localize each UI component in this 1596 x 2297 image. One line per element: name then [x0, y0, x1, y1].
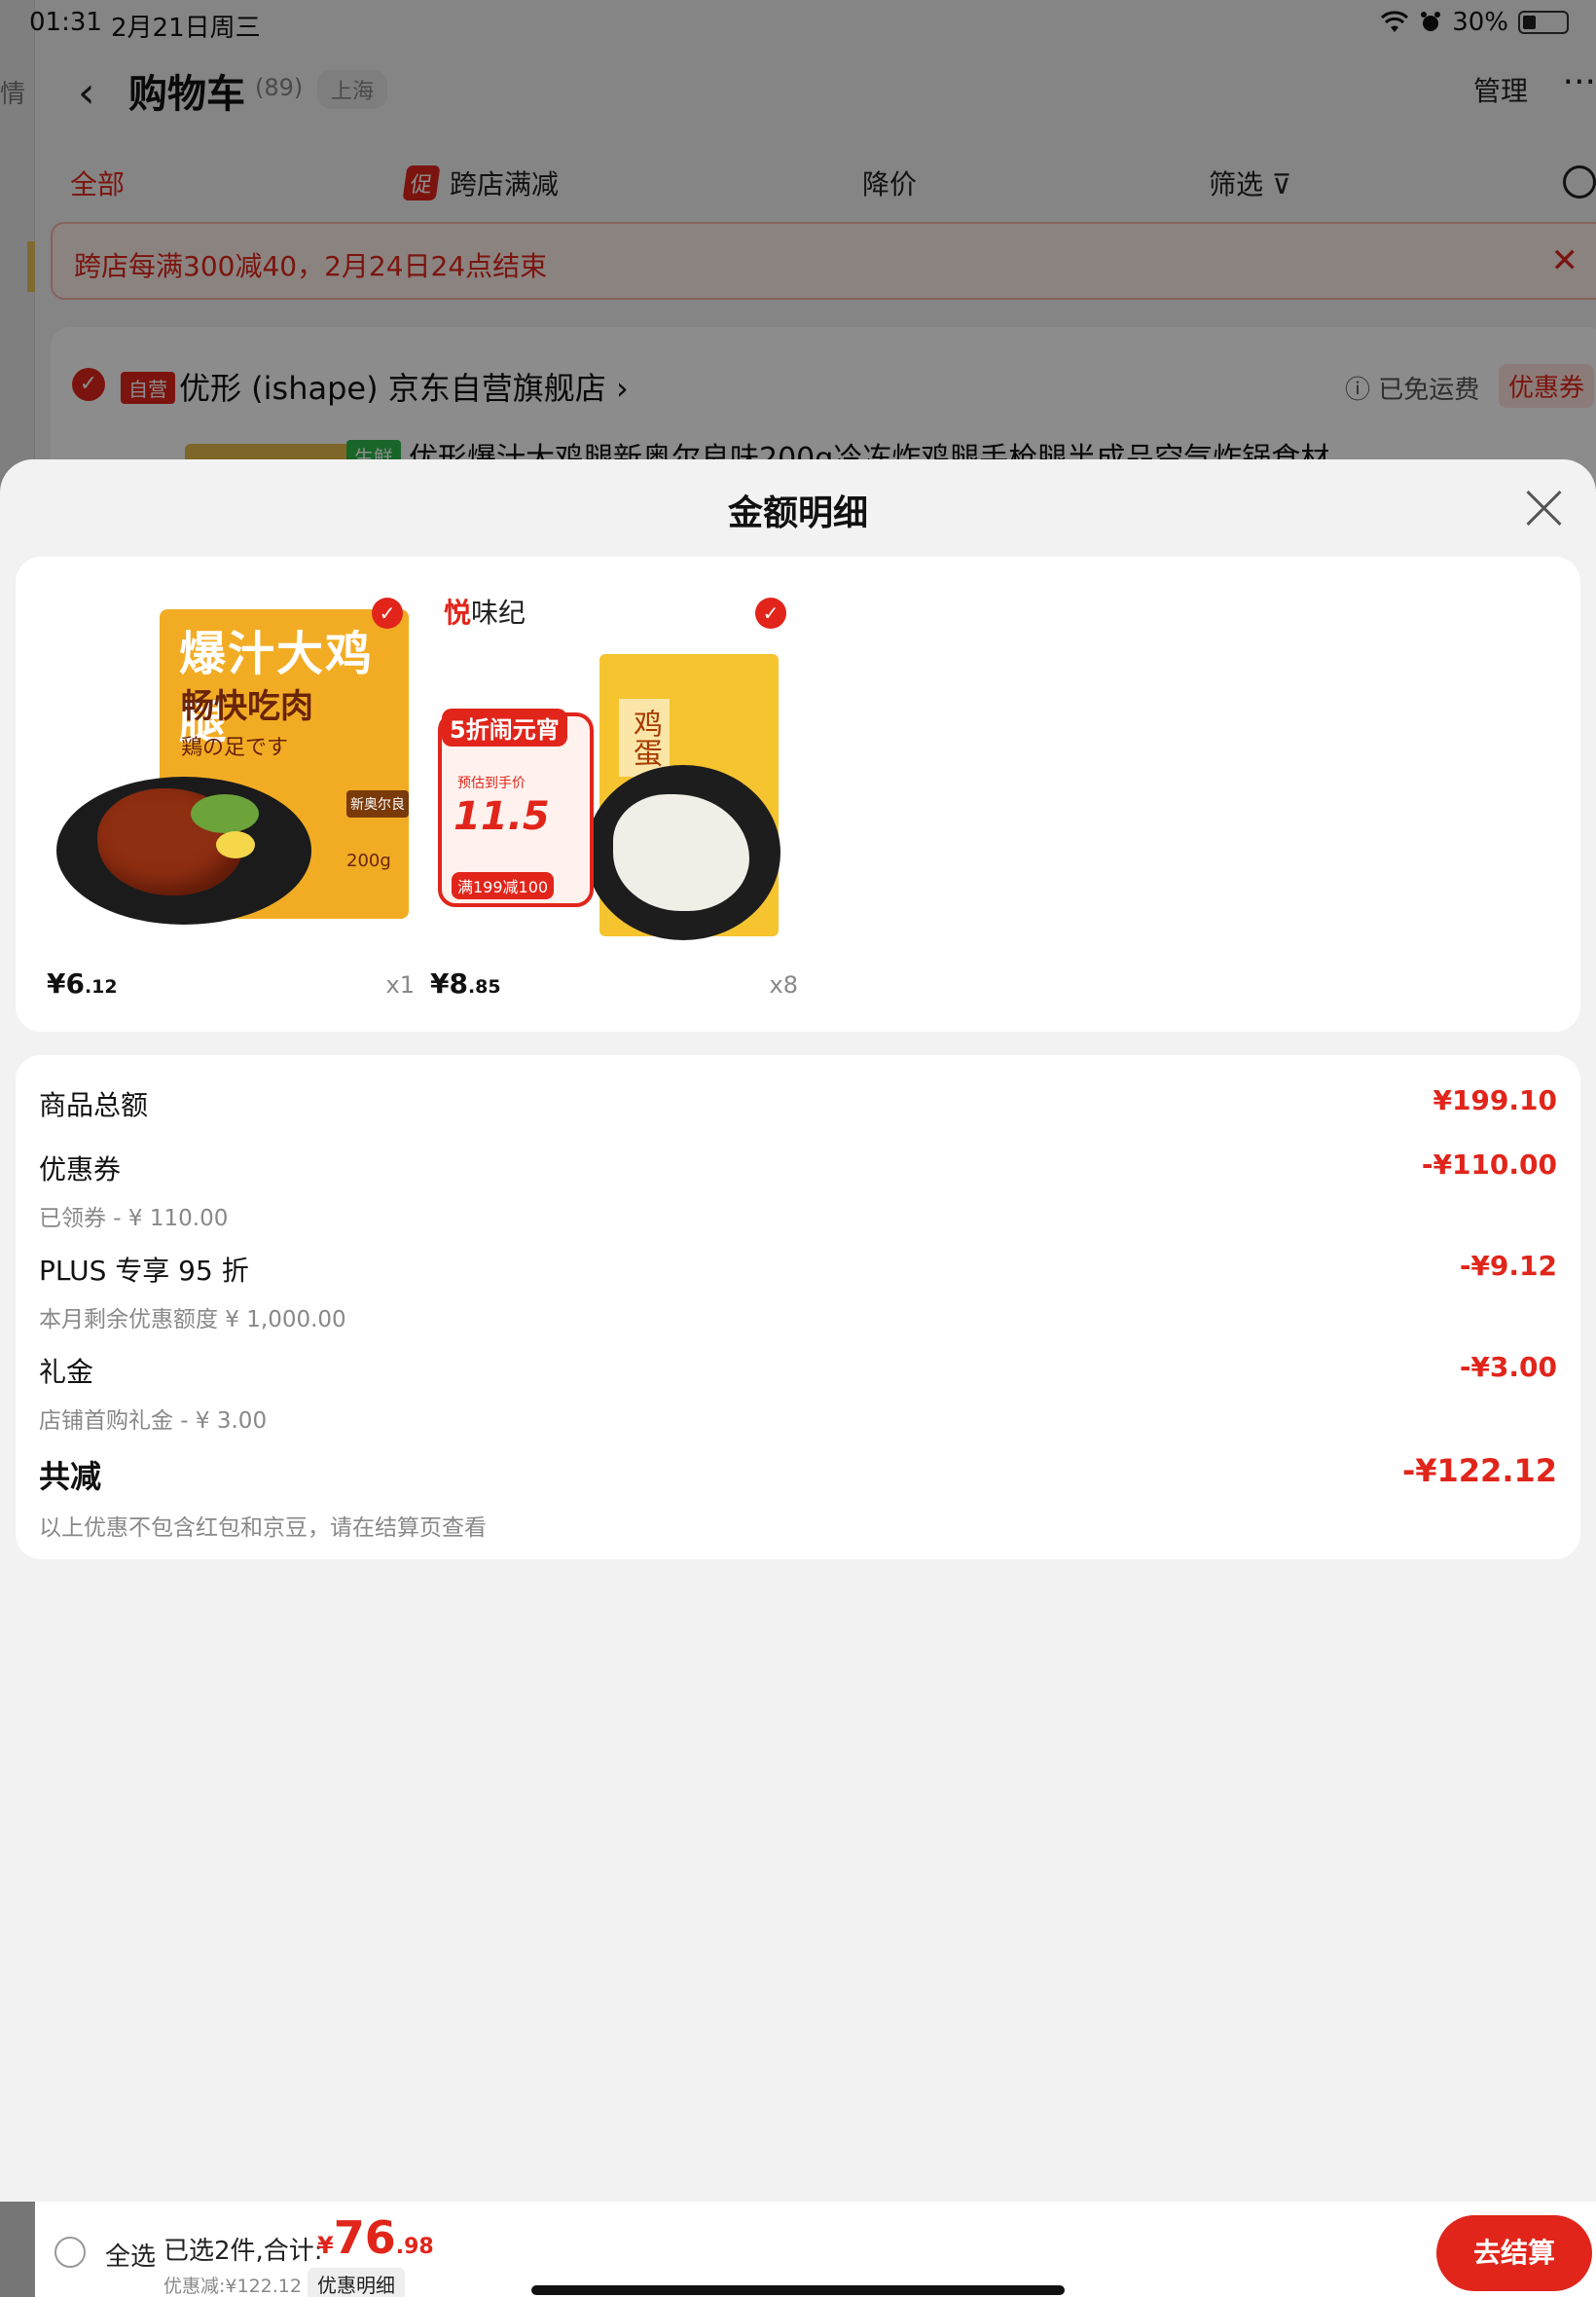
- saving-summary: 优惠减:¥122.12: [163, 2276, 302, 2297]
- product-quantity: x8: [769, 971, 798, 999]
- brand-name: 味纪: [471, 597, 526, 629]
- checked-icon: ✓: [372, 598, 403, 629]
- price-decimal: .12: [84, 976, 118, 998]
- row-subtext: 本月剩余优惠额度 ¥ 1,000.00: [39, 1307, 346, 1332]
- row-amount: ¥199.10: [1433, 1084, 1557, 1116]
- row-subtext: 以上优惠不包含红包和京豆，请在结算页查看: [39, 1515, 487, 1541]
- row-label: 商品总额: [39, 1089, 149, 1121]
- total-currency: ¥: [317, 2232, 334, 2259]
- goods-total-row: 商品总额 ¥199.10: [39, 1084, 1557, 1123]
- amount-detail-sheet: 金额明细 爆汁大鸡腿 畅快吃肉 鶏の足です 新奥尔良 200g ✓ ¥6.12 …: [0, 459, 1596, 2297]
- checkout-button[interactable]: 去结算: [1436, 2215, 1592, 2291]
- gift-credit-row: 礼金 店铺首购礼金 - ¥ 3.00 -¥3.00: [39, 1351, 1557, 1435]
- product-image: 悦味纪 鸡蛋 5折闹元宵 预估到手价 11.5 满199减100 ✓: [428, 586, 798, 952]
- close-icon[interactable]: [1524, 489, 1563, 528]
- total-integer: 76: [333, 2211, 396, 2264]
- salad-art: [191, 794, 259, 833]
- price-integer: ¥6: [47, 967, 85, 1000]
- price-decimal: .85: [467, 976, 501, 998]
- total-price: ¥76.98: [317, 2211, 434, 2264]
- selected-summary: 已选2件,合计:: [163, 2237, 323, 2266]
- row-label: 优惠券: [39, 1153, 122, 1185]
- sheet-title: 金额明细: [727, 493, 868, 533]
- row-amount: -¥9.12: [1459, 1250, 1557, 1282]
- product-item[interactable]: 悦味纪 鸡蛋 5折闹元宵 预估到手价 11.5 满199减100 ✓ ¥8.85…: [428, 586, 798, 1000]
- home-indicator: [531, 2285, 1065, 2295]
- checked-icon: ✓: [755, 598, 786, 629]
- product-quantity: x1: [385, 971, 415, 999]
- total-discount-row: 共减 以上优惠不包含红包和京豆，请在结算页查看 -¥122.12: [39, 1452, 1557, 1542]
- discount-detail-button[interactable]: 优惠明细: [308, 2268, 405, 2297]
- select-all-label[interactable]: 全选: [105, 2237, 156, 2273]
- amount-breakdown-card: 商品总额 ¥199.10 优惠券 已领券 - ¥ 110.00 -¥110.00…: [16, 1055, 1580, 1559]
- row-label: 礼金: [39, 1356, 94, 1388]
- row-label: 共减: [39, 1458, 102, 1495]
- coupon-row: 优惠券 已领券 - ¥ 110.00 -¥110.00: [39, 1148, 1557, 1232]
- product-price: ¥6.12: [47, 967, 118, 1000]
- plus-discount-row: PLUS 专享 95 折 本月剩余优惠额度 ¥ 1,000.00 -¥9.12: [39, 1250, 1557, 1333]
- row-amount: -¥122.12: [1401, 1452, 1557, 1489]
- row-amount: -¥3.00: [1459, 1351, 1557, 1383]
- left-panel-strip: [0, 2202, 35, 2297]
- checkout-bar: 全选 已选2件,合计: ¥76.98 优惠减:¥122.12 优惠明细 去结算: [0, 2202, 1596, 2297]
- package-text: 畅快吃肉: [181, 687, 313, 726]
- row-amount: -¥110.00: [1421, 1148, 1557, 1181]
- package-text: 鶏の足です: [181, 736, 289, 760]
- row-subtext: 店铺首购礼金 - ¥ 3.00: [39, 1408, 268, 1434]
- promo-sticker-price: 11.5: [453, 794, 550, 839]
- row-label: PLUS 专享 95 折: [39, 1255, 249, 1287]
- price-integer: ¥8: [430, 967, 468, 1000]
- package-weight: 200g: [346, 851, 391, 871]
- brand-mark: 悦: [444, 597, 472, 629]
- total-decimal: .98: [395, 2235, 434, 2259]
- product-item[interactable]: 爆汁大鸡腿 畅快吃肉 鶏の足です 新奥尔良 200g ✓ ¥6.12 x1: [45, 586, 415, 1000]
- promo-sticker-deal: 满199减100: [452, 872, 555, 899]
- lemon-art: [216, 831, 255, 858]
- promo-sticker-label: 预估到手价: [457, 776, 526, 791]
- package-badge: 新奥尔良: [346, 790, 409, 818]
- package-text: 鸡蛋: [619, 699, 670, 777]
- selected-products-card: 爆汁大鸡腿 畅快吃肉 鶏の足です 新奥尔良 200g ✓ ¥6.12 x1 悦味…: [16, 557, 1580, 1032]
- brand-logo: 悦味纪: [444, 592, 526, 631]
- product-image: 爆汁大鸡腿 畅快吃肉 鶏の足です 新奥尔良 200g ✓: [45, 586, 415, 952]
- select-all-radio[interactable]: [54, 2237, 86, 2268]
- product-price: ¥8.85: [430, 967, 501, 1000]
- promo-sticker-title: 5折闹元宵: [442, 709, 567, 747]
- row-subtext: 已领券 - ¥ 110.00: [39, 1206, 229, 1231]
